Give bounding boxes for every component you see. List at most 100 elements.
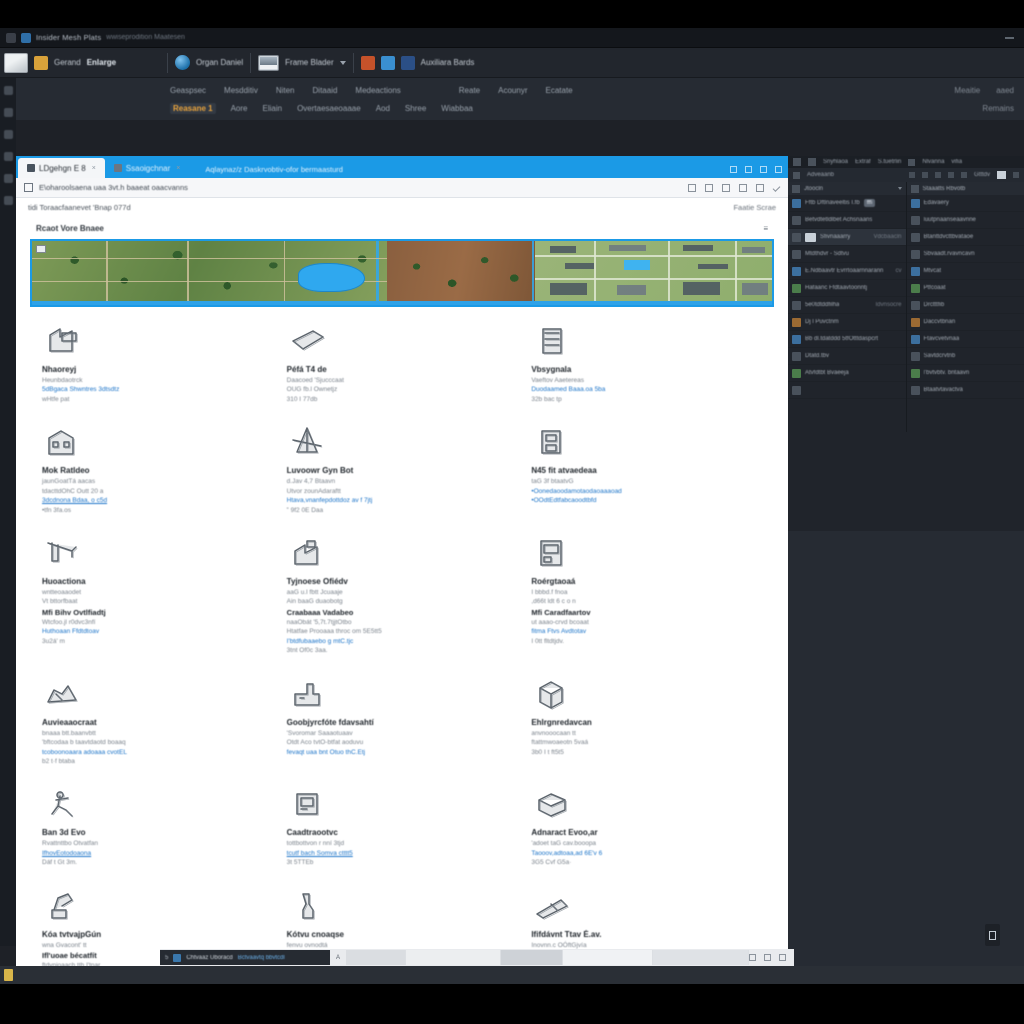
rp-list-item[interactable]: Daccvtbnan bbox=[906, 314, 1024, 331]
card-title[interactable]: Auvieaaocraat bbox=[42, 718, 277, 727]
card-title[interactable]: Vbsygnala bbox=[531, 365, 766, 374]
map-banner[interactable] bbox=[30, 239, 774, 307]
menu-item-meaitie[interactable]: Meaitie bbox=[954, 86, 980, 95]
device-icon[interactable] bbox=[287, 784, 327, 824]
menu-item-acounyr[interactable]: Acounyr bbox=[498, 86, 527, 95]
card-item[interactable]: Goobjyrcfóte fdavsahtí 'Svoromar Saaaotua… bbox=[283, 670, 528, 775]
box-icon[interactable] bbox=[531, 674, 571, 714]
toolbar-group-media[interactable]: Auxiliara Bards bbox=[360, 55, 474, 70]
rp-list-item[interactable]: Btaatvtavactvá bbox=[906, 382, 1024, 399]
tower-icon[interactable] bbox=[531, 321, 571, 361]
toolbar-group-browser[interactable]: Organ Daniel bbox=[175, 55, 243, 70]
bookmark-icon[interactable] bbox=[688, 183, 696, 192]
start-icon[interactable] bbox=[4, 969, 13, 981]
card-title[interactable]: Kótvu cnoaqse bbox=[287, 930, 522, 939]
menu-item-aod[interactable]: Aod bbox=[376, 104, 390, 113]
rp-list-item[interactable]: Fftb Dftlnaveeltis I.fb fffi bbox=[788, 195, 906, 212]
card-item[interactable]: Huoactiona wntteoaaodet Vt bttorfbaat Mfi B… bbox=[38, 529, 283, 664]
menu-item-remains[interactable]: Remains bbox=[982, 104, 1014, 113]
command-line[interactable]: 5 Chtvaaz Uboracd Bctvaavtq bbvtcdl bbox=[160, 950, 330, 965]
rp-top-item-4[interactable]: vifia bbox=[951, 159, 962, 165]
card-link[interactable]: I'btdfubaaebo g mtC.tjc bbox=[287, 637, 522, 646]
rp-list-item[interactable]: E.Ndbaavtr Evrrtoaarnnarann cv bbox=[788, 263, 906, 280]
card-link[interactable]: Taooov,adtoaa,ad 6E'v 6 bbox=[531, 849, 766, 858]
rp-top-item-0[interactable]: Snyhlaoa bbox=[823, 159, 848, 165]
rp-list-item[interactable]: Bb dl.tdatddd 5tfOtttdaspcrt bbox=[788, 331, 906, 348]
card-link[interactable]: 3dcdnona Bdaa, o c5d bbox=[42, 496, 277, 505]
rp-list-item[interactable]: Drctttfib bbox=[906, 297, 1024, 314]
card-title[interactable]: Huoactiona bbox=[42, 577, 277, 586]
redo-icon[interactable] bbox=[921, 172, 928, 178]
status-tabs[interactable] bbox=[346, 950, 749, 965]
card-link[interactable]: IfhovEotodoaona bbox=[42, 849, 277, 858]
breadcrumb-path[interactable]: tidi Toraacfaanevet 'Bnap 077d bbox=[28, 203, 131, 212]
rp-list-item[interactable]: Savtdcrvtnb bbox=[906, 348, 1024, 365]
filter-icon[interactable] bbox=[756, 183, 764, 192]
rp-top-item-3[interactable]: Nlvanna bbox=[922, 159, 944, 165]
undo-icon[interactable] bbox=[908, 172, 915, 178]
card-item[interactable]: Roérgtaoaá I bbbd.f fnoa ,d66t ldt 6 c o n… bbox=[527, 529, 772, 664]
card-title[interactable]: Roérgtaoaá bbox=[531, 577, 766, 586]
card-title[interactable]: Adnaract Evoo,ar bbox=[531, 828, 766, 837]
rp-list-item[interactable]: Ptfcoaat bbox=[906, 280, 1024, 297]
card-title[interactable]: Caadtraootvc bbox=[287, 828, 522, 837]
menu-item-ditaaid[interactable]: Ditaaid bbox=[313, 86, 338, 95]
minimize-icon[interactable] bbox=[1005, 36, 1014, 39]
highlight-icon[interactable] bbox=[34, 55, 48, 70]
rp-list-item[interactable]: 5e0tdtddfilha Idvnsocre bbox=[788, 297, 906, 314]
gear-icon[interactable] bbox=[3, 174, 13, 183]
copy-icon[interactable] bbox=[947, 172, 954, 178]
rp-list-item[interactable]: l'bvtvbtv. bntaavn bbox=[906, 365, 1024, 382]
rp-list-item[interactable]: Btanttdvcttbvataoe bbox=[906, 229, 1024, 246]
menu-item-medeactions[interactable]: Medeactions bbox=[355, 86, 400, 95]
rp-list-item[interactable]: Ftavcvetvnaa bbox=[906, 331, 1024, 348]
card-title[interactable]: Ban 3d Evo bbox=[42, 828, 277, 837]
rp-list-item[interactable]: Sfivnaaarry Vdcbaacln bbox=[788, 229, 906, 246]
check-icon[interactable] bbox=[772, 183, 781, 192]
status-bar-icons[interactable] bbox=[749, 954, 794, 961]
toolbar-group-frame[interactable]: Frame Blader bbox=[258, 54, 346, 71]
cursor-icon[interactable] bbox=[793, 171, 800, 179]
rp-top-item-1[interactable]: Extraf bbox=[855, 159, 871, 165]
pipe-icon[interactable] bbox=[287, 886, 327, 926]
rp-right-header[interactable]: Staaatts Rbvotb bbox=[906, 182, 1024, 195]
rp-list-item[interactable]: Dj l Puvctnm bbox=[788, 314, 906, 331]
card-item[interactable]: N45 fit atvaedeaa taG 3f btaatvG •Oonedaoo… bbox=[527, 418, 772, 523]
grid-icon[interactable] bbox=[722, 183, 730, 192]
menu-item-selected[interactable]: Reasane 1 bbox=[170, 102, 216, 114]
rp-left-header[interactable]: Jtoocln bbox=[788, 182, 906, 195]
menu-item-mesdditiv[interactable]: Mesdditiv bbox=[224, 86, 258, 95]
tower2-icon[interactable] bbox=[531, 422, 571, 462]
card-link[interactable]: 5dBgaca Shwntres 3dtsdtz bbox=[42, 385, 277, 394]
expand-button[interactable] bbox=[985, 924, 1000, 946]
pane-header-actions[interactable] bbox=[688, 183, 781, 192]
card-item[interactable]: Caadtraootvc tottbottvon r nní 3tjd tcutf … bbox=[283, 780, 528, 875]
card-item[interactable]: Péfá T4 de Daacoed 'Sjucccaat OUG fb.l Own… bbox=[283, 317, 528, 412]
building-icon[interactable] bbox=[42, 422, 82, 462]
menu-item-overtaesaeoaaae[interactable]: Overtaesaeoaaae bbox=[297, 104, 361, 113]
rp-list-item[interactable] bbox=[788, 382, 906, 399]
menu-icon[interactable] bbox=[775, 166, 782, 173]
document-icon[interactable] bbox=[4, 52, 28, 73]
rp-list-item[interactable]: Sbvaadt.rvavncavn bbox=[906, 246, 1024, 263]
grid-icon[interactable] bbox=[779, 954, 786, 961]
card-link[interactable]: tcutf bach Somva ctttt5 bbox=[287, 849, 522, 858]
close-icon[interactable]: × bbox=[176, 165, 180, 172]
cabinet-icon[interactable] bbox=[531, 533, 571, 573]
card-item[interactable]: Ban 3d Evo Rvattnttbo Otvatfan IfhovEotodo… bbox=[38, 780, 283, 875]
card-title[interactable]: Péfá T4 de bbox=[287, 365, 522, 374]
factory-icon[interactable] bbox=[42, 321, 82, 361]
menu-item-shree[interactable]: Shree bbox=[405, 104, 426, 113]
paste-icon[interactable] bbox=[960, 172, 967, 178]
menu-item-wiabbaa[interactable]: Wiabbaa bbox=[441, 104, 473, 113]
rp-list-item[interactable]: Mtdthdvr - Sdtvu bbox=[788, 246, 906, 263]
status-tab[interactable] bbox=[346, 950, 407, 965]
container-icon[interactable] bbox=[531, 784, 571, 824]
card-title[interactable]: Ififdávnt Ttav É.av. bbox=[531, 930, 766, 939]
list-icon[interactable] bbox=[739, 183, 747, 192]
grid-icon[interactable] bbox=[3, 152, 13, 161]
breadcrumb-right[interactable]: Faatie Scrae bbox=[733, 203, 776, 212]
rp-top-item-2[interactable]: S.tuetrlin bbox=[878, 159, 902, 165]
menu-item-aore[interactable]: Aore bbox=[231, 104, 248, 113]
brush-icon[interactable] bbox=[997, 171, 1006, 179]
